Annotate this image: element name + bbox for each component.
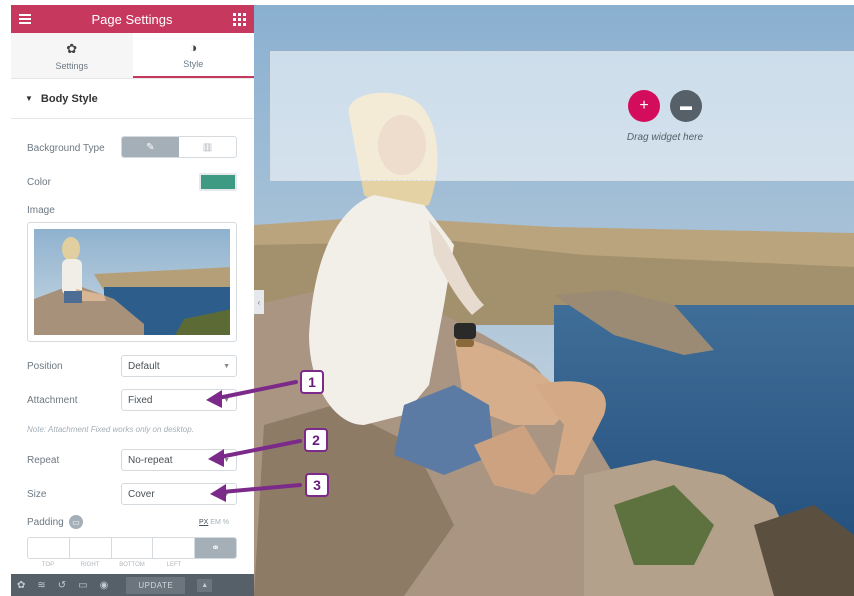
arrow-1-head xyxy=(206,390,222,408)
callout-1: 1 xyxy=(300,370,324,394)
callout-2: 2 xyxy=(304,428,328,452)
arrow-2 xyxy=(218,439,302,459)
arrow-3 xyxy=(220,483,302,494)
callout-3: 3 xyxy=(305,473,329,497)
elementor-editor: Page Settings ✿ Settings ◑ Style ▼ Body … xyxy=(0,0,854,596)
arrow-1 xyxy=(216,380,298,400)
annotation-arrows xyxy=(206,380,302,502)
arrow-2-head xyxy=(208,449,224,467)
arrow-3-head xyxy=(210,484,226,502)
